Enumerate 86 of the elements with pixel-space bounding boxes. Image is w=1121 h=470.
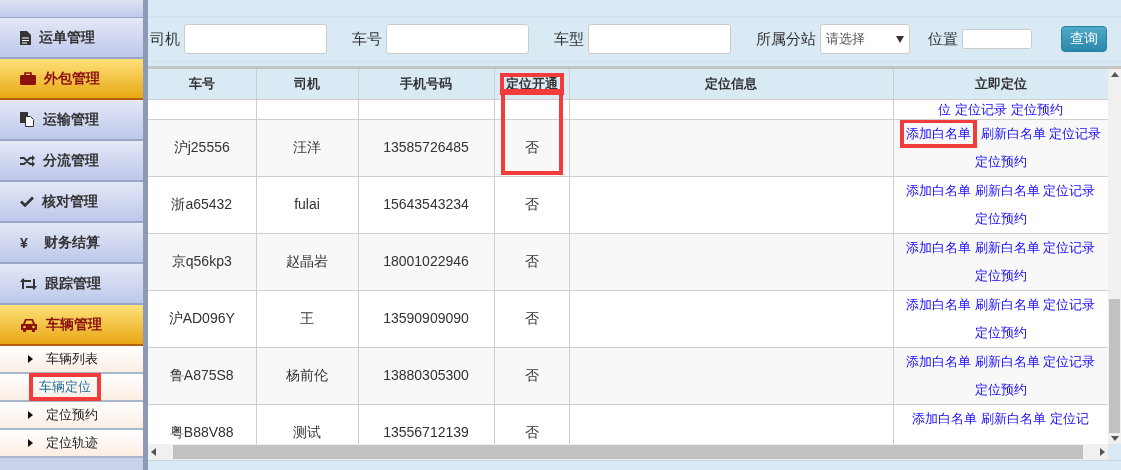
table-cell: 13880305300: [383, 367, 469, 383]
table-cell: 汪洋: [293, 139, 321, 155]
text-input-field[interactable]: [184, 24, 327, 54]
table-cell: 否: [524, 424, 539, 440]
action-link[interactable]: 定位记: [1049, 411, 1089, 426]
table-cell: 杨前伦: [286, 367, 328, 383]
car-icon: [20, 317, 38, 332]
horizontal-scrollbar[interactable]: [148, 444, 1108, 460]
field-label: 位置: [928, 29, 958, 49]
action-link[interactable]: 刷新白名单: [981, 411, 1046, 426]
action-link[interactable]: 定位记录: [1049, 126, 1102, 141]
action-link[interactable]: 添加白名单: [905, 240, 971, 255]
sidebar-menu-item[interactable]: 运输管理: [0, 100, 143, 141]
dropdown-select[interactable]: 请选择: [820, 24, 910, 54]
sidebar-submenu-item[interactable]: 车辆定位: [29, 373, 101, 401]
action-link[interactable]: 位: [938, 102, 952, 117]
column-header: 司机: [294, 76, 320, 91]
table-cell: 王: [300, 310, 314, 326]
text-input-field[interactable]: [588, 24, 731, 54]
action-link[interactable]: 定位预约: [974, 154, 1027, 169]
action-link[interactable]: 刷新白名单: [974, 297, 1040, 312]
shuffle-icon: [20, 154, 35, 167]
vertical-scrollbar[interactable]: [1108, 69, 1121, 444]
table-cell: 鲁A875S8: [169, 367, 234, 383]
action-link[interactable]: 定位预约: [974, 325, 1027, 340]
column-header: 立即定位: [974, 76, 1027, 91]
action-link[interactable]: 定位预约: [974, 211, 1027, 226]
sidebar-menu-item[interactable]: 外包管理: [0, 59, 143, 100]
field-label: 车号: [352, 29, 382, 49]
sidebar-menu-item[interactable]: 跟踪管理: [0, 264, 143, 305]
table-cell: 13585726485: [383, 139, 469, 155]
action-link[interactable]: 定位预约: [974, 268, 1027, 283]
action-link[interactable]: 定位记录: [1043, 183, 1096, 198]
column-header: 手机号码: [400, 76, 452, 91]
table-cell: 15643543234: [383, 196, 469, 212]
field-label: 车型: [554, 29, 584, 49]
action-link[interactable]: 定位记录: [1043, 297, 1096, 312]
table-cell: 京q56kp3: [171, 253, 232, 269]
retweet-icon: [20, 277, 37, 290]
sidebar-menu-item[interactable]: ¥ 财务结算: [0, 223, 143, 264]
copy-icon: [20, 112, 35, 127]
column-header: 定位信息: [705, 76, 757, 91]
column-header: 车号: [188, 76, 215, 91]
field-label: 司机: [150, 29, 180, 49]
action-link[interactable]: 定位预约: [974, 382, 1027, 397]
action-link[interactable]: 刷新白名单: [974, 354, 1040, 369]
action-link[interactable]: 定位记录: [955, 102, 1007, 117]
table-cell: 粤B88V88: [169, 424, 234, 440]
table-cell: 沪AD096Y: [168, 310, 235, 326]
table-cell: 测试: [293, 424, 321, 440]
action-link[interactable]: 刷新白名单: [980, 126, 1046, 141]
action-link[interactable]: 添加白名单: [899, 120, 977, 148]
table-cell: 18001022946: [383, 253, 469, 269]
table-cell: 否: [524, 310, 539, 326]
text-input-field[interactable]: [962, 29, 1032, 49]
action-link[interactable]: 刷新白名单: [974, 183, 1040, 198]
scroll-up-icon[interactable]: [1110, 72, 1119, 77]
table-cell: 沪j25556: [173, 139, 230, 155]
sidebar-menu-item[interactable]: 车辆管理: [0, 305, 143, 346]
sidebar-menu-item[interactable]: 核对管理: [0, 182, 143, 223]
sidebar-menu-item[interactable]: 运单管理: [0, 18, 143, 59]
sidebar-menu-item[interactable]: 分流管理: [0, 141, 143, 182]
table-cell: 13590909090: [383, 310, 469, 326]
check-icon: [20, 196, 34, 207]
table-cell: 否: [524, 367, 539, 383]
table-cell: 浙a65432: [171, 196, 233, 212]
table-cell: 否: [500, 89, 563, 175]
table-cell: 赵晶岩: [286, 253, 328, 269]
text-input-field[interactable]: [386, 24, 529, 54]
action-link[interactable]: 定位记录: [1043, 240, 1096, 255]
yen-icon: ¥: [20, 234, 36, 251]
field-label: 所属分站: [756, 29, 816, 49]
action-link[interactable]: 定位预约: [1010, 102, 1063, 117]
action-link[interactable]: 添加白名单: [905, 297, 971, 312]
action-link[interactable]: 添加白名单: [912, 411, 978, 426]
action-link[interactable]: 定位记录: [1043, 354, 1096, 369]
table-cell: 13556712139: [383, 424, 469, 440]
table-cell: 否: [524, 253, 539, 269]
table-cell: fulai: [294, 196, 320, 212]
document-icon: [20, 30, 31, 45]
action-link[interactable]: 刷新白名单: [974, 240, 1040, 255]
dropdown-caret-icon: [896, 35, 904, 43]
action-link[interactable]: 添加白名单: [905, 183, 971, 198]
briefcase-icon: [20, 72, 36, 85]
action-link[interactable]: 添加白名单: [905, 354, 971, 369]
table-cell: 否: [524, 196, 539, 212]
